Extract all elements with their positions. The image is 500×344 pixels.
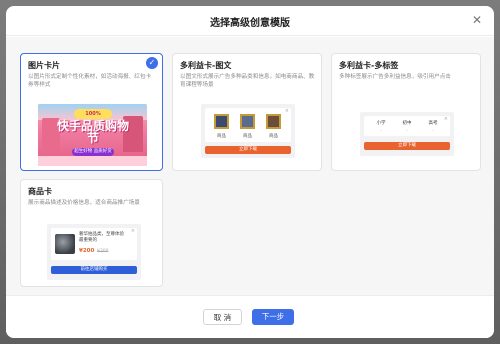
- product-text: 奢华拍品类，至尊体验最重要的: [79, 232, 124, 243]
- product-label: 商品: [217, 134, 226, 139]
- mini-close-icon: ×: [284, 108, 289, 114]
- mini-close-icon: ×: [443, 116, 448, 122]
- card-multi-benefit-graphic[interactable]: 多利益卡-图文 以图文形式展示广告多种品类和信息，如电商商品、教育课程等场景 ×…: [172, 53, 322, 171]
- tag-item: 高考 -: [428, 121, 438, 133]
- card-desc: 展示商品描述及价格信息，适合商品推广场景: [28, 200, 140, 206]
- watermark: 知乎 @杨彪: [429, 318, 488, 331]
- preview-panel: × 奢华拍品类，至尊体验最重要的 ¥200 ¥300 前往店铺购买: [47, 224, 141, 280]
- card-title: 图片卡片: [28, 61, 60, 70]
- preview-download-button: 立即下载: [364, 142, 450, 150]
- dialog-footer: 取 消 下一步: [6, 295, 494, 338]
- preview-download-button: 立即下载: [205, 146, 291, 154]
- promo-badge: 100%: [74, 109, 112, 119]
- product-price: ¥200: [79, 248, 95, 254]
- product-label: 商品: [243, 134, 252, 139]
- cancel-button[interactable]: 取 消: [203, 309, 242, 325]
- preview-panel: × 小学 - 初中 - 高考 - 立即下载: [360, 112, 454, 156]
- mini-card: × 小学 - 初中 - 高考 -: [364, 116, 450, 136]
- mini-card: × 奢华拍品类，至尊体验最重要的 ¥200 ¥300: [51, 228, 137, 260]
- card-image[interactable]: 图片卡片 ✓ 以图片形式定制个性化素材，如活动海报、红包卡券等样式 100% 快…: [20, 53, 163, 171]
- dialog-header: 选择高级创意模版 ✕: [6, 6, 494, 36]
- product-thumb: [240, 114, 255, 129]
- tag-item: 初中 -: [402, 121, 412, 133]
- product-original-price: ¥300: [97, 249, 109, 254]
- card-title: 商品卡: [28, 187, 52, 196]
- promo-ground: [38, 156, 147, 166]
- card-title: 多利益卡-多标签: [339, 61, 399, 70]
- mini-card: × 商品 商品 商品: [205, 108, 291, 142]
- dialog-title: 选择高级创意模版: [210, 18, 290, 29]
- check-icon: ✓: [146, 57, 158, 69]
- tag-item: 小学 -: [376, 121, 386, 133]
- mini-close-icon: ×: [130, 228, 135, 234]
- product-label: 商品: [269, 134, 278, 139]
- preview-panel: × 商品 商品 商品 立即下载: [201, 104, 295, 158]
- dialog-body: 图片卡片 ✓ 以图片形式定制个性化素材，如活动海报、红包卡券等样式 100% 快…: [6, 37, 494, 295]
- template-dialog: 选择高级创意模版 ✕ 图片卡片 ✓ 以图片形式定制个性化素材，如活动海报、红包卡…: [6, 6, 494, 338]
- card-desc: 以图片形式定制个性化素材，如活动海报、红包卡券等样式: [28, 74, 152, 88]
- card-title: 多利益卡-图文: [180, 61, 232, 70]
- promo-pill: 超生好物 品质好货: [72, 148, 114, 156]
- card-product[interactable]: 商品卡 展示商品描述及价格信息，适合商品推广场景 × 奢华拍品类，至尊体验最重要…: [20, 179, 163, 287]
- preview-shop-button: 前往店铺购买: [51, 266, 137, 274]
- product-thumb: [214, 114, 229, 129]
- close-icon[interactable]: ✕: [470, 13, 484, 27]
- promo-image: 100% 快手品质购物节 超生好物 品质好货: [38, 104, 147, 166]
- card-multi-benefit-tags[interactable]: 多利益卡-多标签 多种标签展示广告多利益信息，吸引用户点击 × 小学 - 初中 - …: [331, 53, 481, 171]
- promo-headline: 快手品质购物节: [56, 119, 129, 145]
- card-desc: 多种标签展示广告多利益信息，吸引用户点击: [339, 74, 451, 80]
- next-button[interactable]: 下一步: [252, 309, 294, 325]
- card-desc: 以图文形式展示广告多种品类和信息，如电商商品、教育课程等场景: [180, 74, 315, 88]
- product-thumb: [266, 114, 281, 129]
- product-image: [55, 234, 75, 254]
